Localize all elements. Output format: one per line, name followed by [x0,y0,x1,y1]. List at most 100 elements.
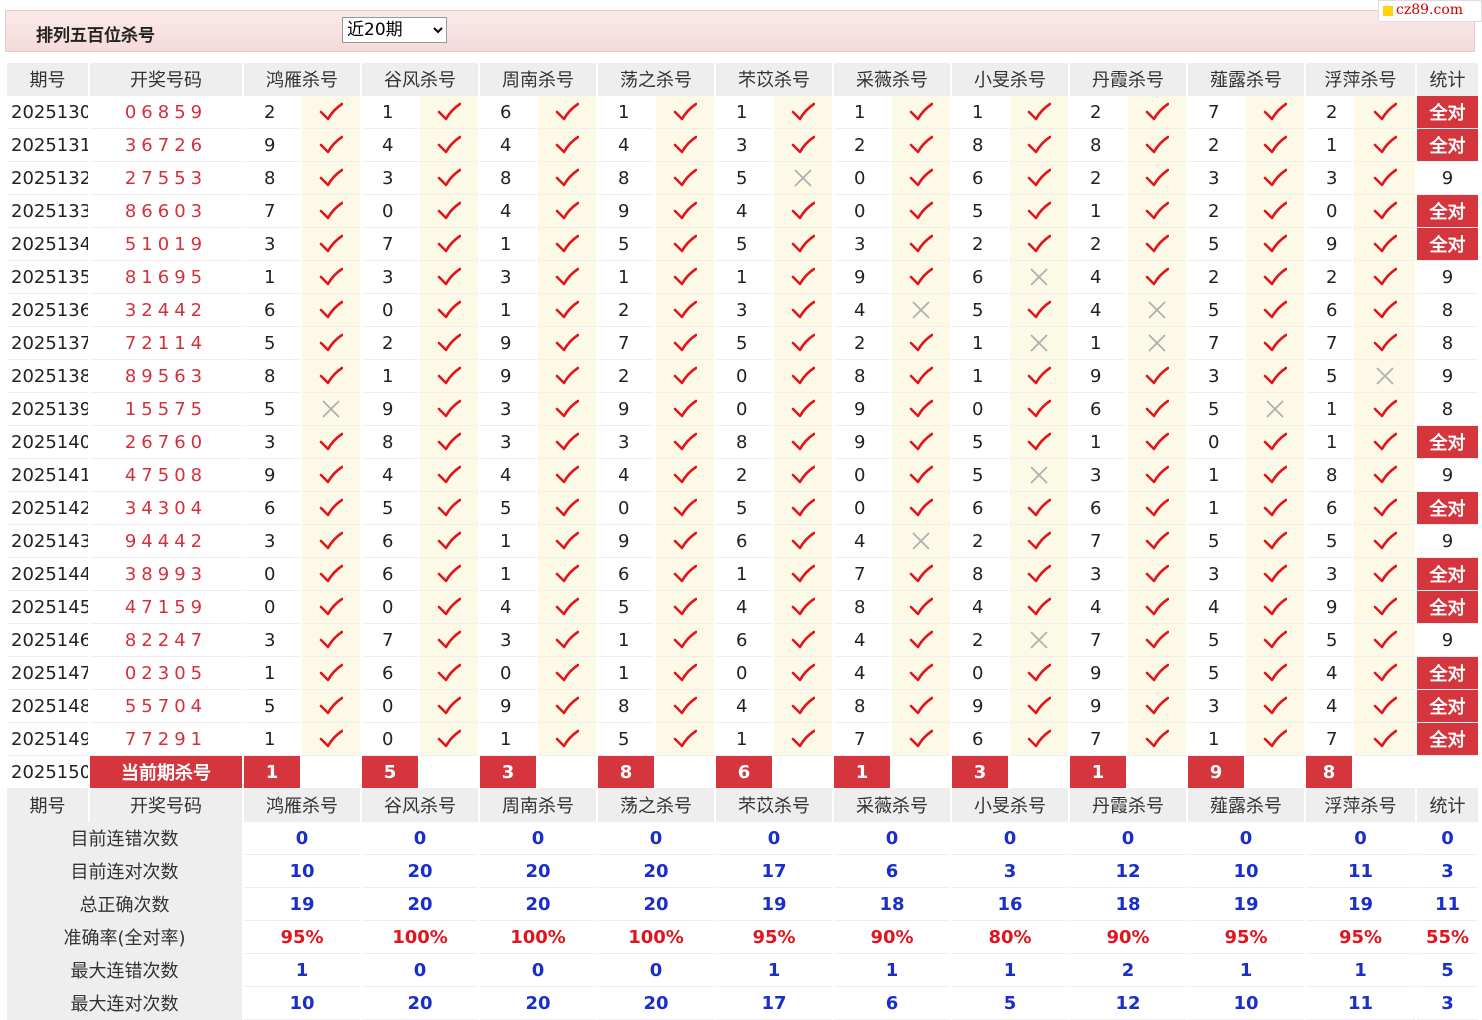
column-header: 丹霞杀号 [1070,789,1186,822]
check-icon [1263,135,1287,154]
kill-number-cell: 4 [362,129,418,162]
draw-number-cell: 89563 [90,360,242,393]
check-icon [1027,399,1051,418]
result-mark-cell [656,492,714,525]
check-icon [909,201,933,220]
current-kill-number: 1 [1070,756,1126,789]
check-icon [1263,168,1287,187]
result-mark-cell [1246,459,1304,492]
check-icon [555,300,579,319]
kill-number-cell: 7 [1188,327,1244,360]
kill-number-cell: 1 [716,96,772,129]
kill-number-cell: 1 [598,261,654,294]
result-mark-cell [1128,723,1186,756]
result-mark-cell [1246,393,1304,426]
stat-value: 0 [362,954,478,987]
result-mark-cell [656,129,714,162]
result-mark-cell [302,459,360,492]
result-mark-cell [420,492,478,525]
result-mark-cell [774,426,832,459]
kill-number-cell: 1 [244,261,300,294]
result-mark-cell [420,195,478,228]
current-kill-number: 6 [716,756,772,789]
period-cell: 2025132 [7,162,88,195]
period-select[interactable]: 近20期 [342,17,447,43]
result-mark-cell [1246,525,1304,558]
kill-number-cell: 4 [716,690,772,723]
result-mark-cell [1354,261,1415,294]
table-row: 2025133 86603 7 0 4 9 4 0 5 1 2 0 全对 [7,195,1478,228]
result-mark-cell [420,261,478,294]
result-mark-cell [538,393,596,426]
kill-number-cell: 1 [1070,327,1126,360]
result-mark-cell [1010,228,1068,261]
empty-cell [774,756,832,789]
kill-number-cell: 3 [1188,690,1244,723]
stat-value: 80% [952,921,1068,954]
kill-number-cell: 1 [1188,459,1244,492]
result-mark-cell [774,624,832,657]
table-row: 2025147 02305 1 6 0 1 0 4 0 9 5 4 全对 [7,657,1478,690]
check-icon [1263,630,1287,649]
check-icon [673,729,697,748]
check-icon [319,432,343,451]
result-mark-cell [656,591,714,624]
result-mark-cell [774,525,832,558]
kill-number-cell: 7 [1306,723,1352,756]
period-cell: 2025147 [7,657,88,690]
result-mark-cell [1128,261,1186,294]
period-cell: 2025148 [7,690,88,723]
kill-number-cell: 4 [480,591,536,624]
column-header: 芣苡杀号 [716,63,832,96]
kill-number-cell: 6 [952,261,1008,294]
check-icon [1145,498,1169,517]
kill-number-cell: 3 [244,525,300,558]
cross-icon [794,169,812,187]
column-header: 谷风杀号 [362,63,478,96]
result-mark-cell [774,261,832,294]
check-icon [1145,663,1169,682]
correct-count-cell: 9 [1417,459,1478,492]
result-mark-cell [302,96,360,129]
check-icon [1263,498,1287,517]
site-logo[interactable]: cz89.com [1378,0,1482,22]
kill-number-cell: 1 [1188,723,1244,756]
result-mark-cell [538,690,596,723]
check-icon [791,102,815,121]
check-icon [437,498,461,517]
result-mark-cell [1010,525,1068,558]
kill-number-cell: 1 [952,96,1008,129]
result-mark-cell [420,327,478,360]
table-row: 2025140 26760 3 8 3 3 8 9 5 1 0 1 全对 [7,426,1478,459]
result-mark-cell [1010,723,1068,756]
stat-label: 最大连错次数 [7,954,242,987]
kill-number-cell: 1 [598,624,654,657]
check-icon [319,300,343,319]
result-mark-cell [1246,360,1304,393]
kill-number-cell: 1 [1306,129,1352,162]
kill-number-cell: 3 [362,261,418,294]
check-icon [437,168,461,187]
check-icon [1145,135,1169,154]
kill-number-cell: 5 [1188,393,1244,426]
check-icon [1373,597,1397,616]
column-header: 小旻杀号 [952,63,1068,96]
stat-row: 最大连对次数 10 20 20 20 17 6 5 12 10 11 3 [7,987,1478,1020]
period-cell: 2025146 [7,624,88,657]
kill-number-cell: 6 [598,558,654,591]
stat-value: 90% [1070,921,1186,954]
result-mark-cell [892,162,950,195]
result-mark-cell [656,459,714,492]
stat-value: 20 [362,987,478,1020]
kill-number-cell: 2 [834,327,890,360]
stat-value: 19 [244,888,360,921]
result-mark-cell [420,657,478,690]
kill-number-cell: 3 [1070,558,1126,591]
period-cell: 2025130 [7,96,88,129]
stat-value: 18 [834,888,950,921]
check-icon [555,465,579,484]
check-icon [319,531,343,550]
result-mark-cell [1354,294,1415,327]
check-icon [1145,201,1169,220]
check-icon [437,300,461,319]
